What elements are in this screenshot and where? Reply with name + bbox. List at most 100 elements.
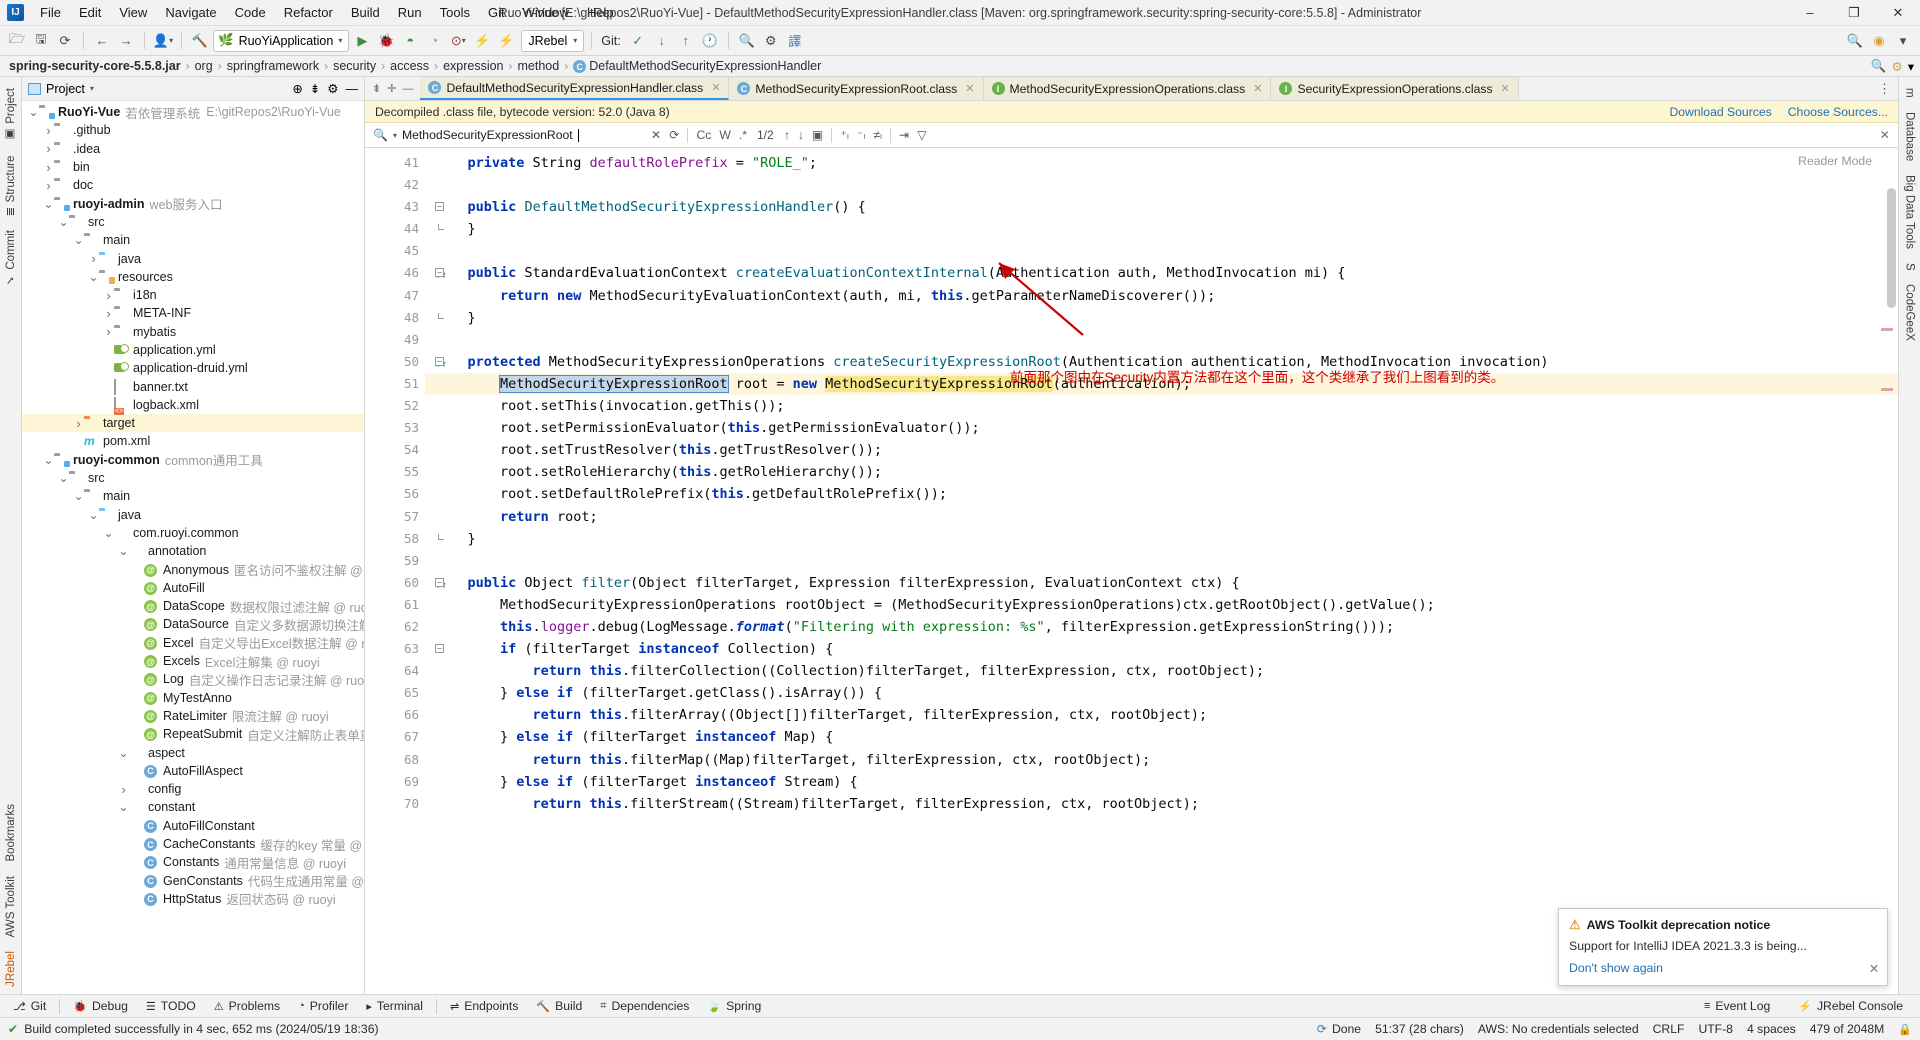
tree-node[interactable]: application.yml <box>22 341 364 359</box>
chevron-down-icon[interactable]: ⌄ <box>118 746 129 760</box>
tree-node[interactable]: @ DataSource 自定义多数据源切换注解 @ ruoyi <box>22 615 364 633</box>
close-tab-icon[interactable]: ✕ <box>1501 82 1510 95</box>
sidebar-item-codegeex[interactable]: CodeGeeX <box>1901 277 1919 348</box>
code-content[interactable]: private String defaultRolePrefix = "ROLE… <box>425 148 1898 994</box>
locate-target-icon[interactable]: ⊕ <box>292 81 302 96</box>
chevron-right-icon[interactable]: › <box>103 288 114 303</box>
chevron-down-icon[interactable]: ⌄ <box>58 215 69 229</box>
close-find-bar-icon[interactable]: ✕ <box>1880 128 1890 142</box>
choose-sources-link[interactable]: Choose Sources... <box>1788 105 1888 119</box>
tool-window-button-build[interactable]: 🔨 Build <box>527 997 591 1015</box>
minimize-button[interactable]: – <box>1788 0 1832 26</box>
chevron-down-icon[interactable]: ⌄ <box>58 471 69 485</box>
more-options-icon[interactable]: ▾ <box>1892 30 1914 52</box>
search-icon[interactable]: 🔍 <box>1844 30 1866 52</box>
tree-node[interactable]: › .idea <box>22 140 364 158</box>
search-input[interactable]: 🔍 ▾ MethodSecurityExpressionRoot <box>373 128 643 142</box>
filter-icon[interactable]: ▽ <box>917 128 926 142</box>
tree-node[interactable]: › i18n <box>22 286 364 304</box>
tree-node[interactable]: ⌄ src <box>22 469 364 487</box>
tree-node[interactable]: › doc <box>22 176 364 194</box>
line-number-gutter[interactable]: 41 42 43−44 45 46⊙↑− 47 48 49 50⊙↑− 51 52 53 54 55 56 5… <box>365 148 447 994</box>
tool-window-button-endpoints[interactable]: ⇌ Endpoints <box>441 997 527 1015</box>
tool-window-button-terminal[interactable]: ▸ Terminal <box>357 997 432 1015</box>
breadcrumb-item[interactable]: spring-security-core-5.5.8.jar <box>6 59 184 73</box>
hide-tabs-icon[interactable]: — <box>402 83 413 95</box>
menu-item-refactor[interactable]: Refactor <box>275 2 342 23</box>
tree-node[interactable]: › config <box>22 780 364 798</box>
tree-node[interactable]: @ AutoFill <box>22 579 364 597</box>
tool-window-button-event-log[interactable]: ≡ Event Log <box>1695 997 1779 1015</box>
tree-node[interactable]: C AutoFillAspect <box>22 762 364 780</box>
code-line[interactable] <box>425 240 1898 262</box>
git-history-icon[interactable]: 🕐 <box>699 30 721 52</box>
sidebar-item-maven[interactable]: m <box>1901 81 1919 105</box>
regex-toggle[interactable]: .* <box>739 128 747 142</box>
sidebar-item-structure[interactable]: ≣ Structure <box>1 149 21 223</box>
sort-tabs-icon[interactable]: ⇟ <box>372 82 381 95</box>
code-line[interactable] <box>425 329 1898 351</box>
status-item[interactable]: 479 of 2048M <box>1810 1022 1885 1036</box>
code-line[interactable]: return root; <box>425 506 1898 528</box>
code-line[interactable]: root.setPermissionEvaluator(this.getPerm… <box>425 417 1898 439</box>
breadcrumb-item[interactable]: security <box>330 59 379 73</box>
sidebar-item-aws-toolkit[interactable]: AWS Toolkit <box>2 869 20 944</box>
sidebar-item-commit[interactable]: ✓ Commit <box>1 223 21 295</box>
code-line[interactable]: if (filterTarget instanceof Collection) … <box>425 638 1898 660</box>
search-history-icon[interactable]: ▾ <box>393 131 397 140</box>
translate-icon[interactable]: 譯 <box>784 30 806 52</box>
hide-icon[interactable]: — <box>346 82 359 96</box>
stop-icon[interactable]: ⊙ ▾ <box>447 30 469 52</box>
editor-tab[interactable]: I SecurityExpressionOperations.class ✕ <box>1271 77 1519 100</box>
settings-gear-icon[interactable]: ⚙ <box>327 81 338 96</box>
menu-item-edit[interactable]: Edit <box>70 2 110 23</box>
chevron-down-icon[interactable]: ⌄ <box>43 453 54 467</box>
editor-tab[interactable]: C DefaultMethodSecurityExpressionHandler.… <box>420 77 730 100</box>
chevron-down-icon[interactable]: ⌄ <box>28 105 39 119</box>
tree-node[interactable]: ⌄ main <box>22 231 364 249</box>
git-push-icon[interactable]: ↑ <box>675 30 697 52</box>
tree-node[interactable]: C Constants 通用常量信息 @ ruoyi <box>22 853 364 871</box>
editor-scrollbar[interactable] <box>1887 188 1896 308</box>
code-line[interactable]: return this.filterMap((Map)filterTarget,… <box>425 749 1898 771</box>
tree-node[interactable]: ⌄ constant <box>22 798 364 816</box>
code-line[interactable]: } <box>425 307 1898 329</box>
tree-node[interactable]: ⌄ aspect <box>22 743 364 761</box>
code-line[interactable]: return this.filterCollection((Collection… <box>425 660 1898 682</box>
tool-window-button-git[interactable]: ⎇ Git <box>4 997 55 1015</box>
editor-tab[interactable]: I MethodSecurityExpressionOperations.clas… <box>983 77 1272 100</box>
chevron-down-icon[interactable]: ⌄ <box>103 526 114 540</box>
collapse-all-icon[interactable]: ⇟ <box>310 81 320 96</box>
chevron-down-icon[interactable]: ⌄ <box>43 197 54 211</box>
code-line[interactable]: root.setThis(invocation.getThis()); <box>425 395 1898 417</box>
dont-show-again-link[interactable]: Don't show again <box>1569 961 1663 975</box>
code-editor[interactable]: 41 42 43−44 45 46⊙↑− 47 48 49 50⊙↑− 51 52 53 54 55 56 5… <box>365 148 1898 994</box>
tree-node[interactable]: › .github <box>22 121 364 139</box>
remove-line-icon[interactable]: ⁻ₗ <box>857 128 865 142</box>
jrebel-debug-icon[interactable]: ⚡ <box>495 30 517 52</box>
search-icon[interactable]: 🔍 <box>1871 59 1887 74</box>
close-tab-icon[interactable]: ✕ <box>711 81 720 94</box>
chevron-right-icon[interactable]: › <box>43 123 54 138</box>
sidebar-item-jrebel[interactable]: JRebel <box>2 944 20 994</box>
status-item[interactable]: AWS: No credentials selected <box>1478 1022 1639 1036</box>
code-line[interactable] <box>425 550 1898 572</box>
git-update-icon[interactable]: ✓ <box>627 30 649 52</box>
tree-node[interactable]: › META-INF <box>22 304 364 322</box>
tree-node[interactable]: ⌄ annotation <box>22 542 364 560</box>
profiler-icon[interactable]: ◔ <box>423 30 445 52</box>
chevron-down-icon[interactable]: ⌄ <box>73 233 84 247</box>
chevron-right-icon[interactable]: › <box>103 324 114 339</box>
tree-node[interactable]: @ Excels Excel注解集 @ ruoyi <box>22 652 364 670</box>
tool-window-button-problems[interactable]: ⚠ Problems <box>205 997 289 1015</box>
profile-icon[interactable]: 👤 ▾ <box>152 30 174 52</box>
search-history-dropdown-icon[interactable]: ⟳ <box>669 128 679 142</box>
popup-close-icon[interactable]: ✕ <box>1869 962 1879 976</box>
notifications-icon[interactable]: ◉ <box>1868 30 1890 52</box>
code-line[interactable]: root.setTrustResolver(this.getTrustResol… <box>425 439 1898 461</box>
tree-node[interactable]: C GenConstants 代码生成通用常量 @ ruoyi <box>22 871 364 889</box>
close-tab-icon[interactable]: ✕ <box>1253 82 1262 95</box>
code-line[interactable]: this.logger.debug(LogMessage.format("Fil… <box>425 616 1898 638</box>
run-with-coverage-icon[interactable]: ◓ <box>399 30 421 52</box>
tree-node[interactable]: ⌄ resources <box>22 268 364 286</box>
